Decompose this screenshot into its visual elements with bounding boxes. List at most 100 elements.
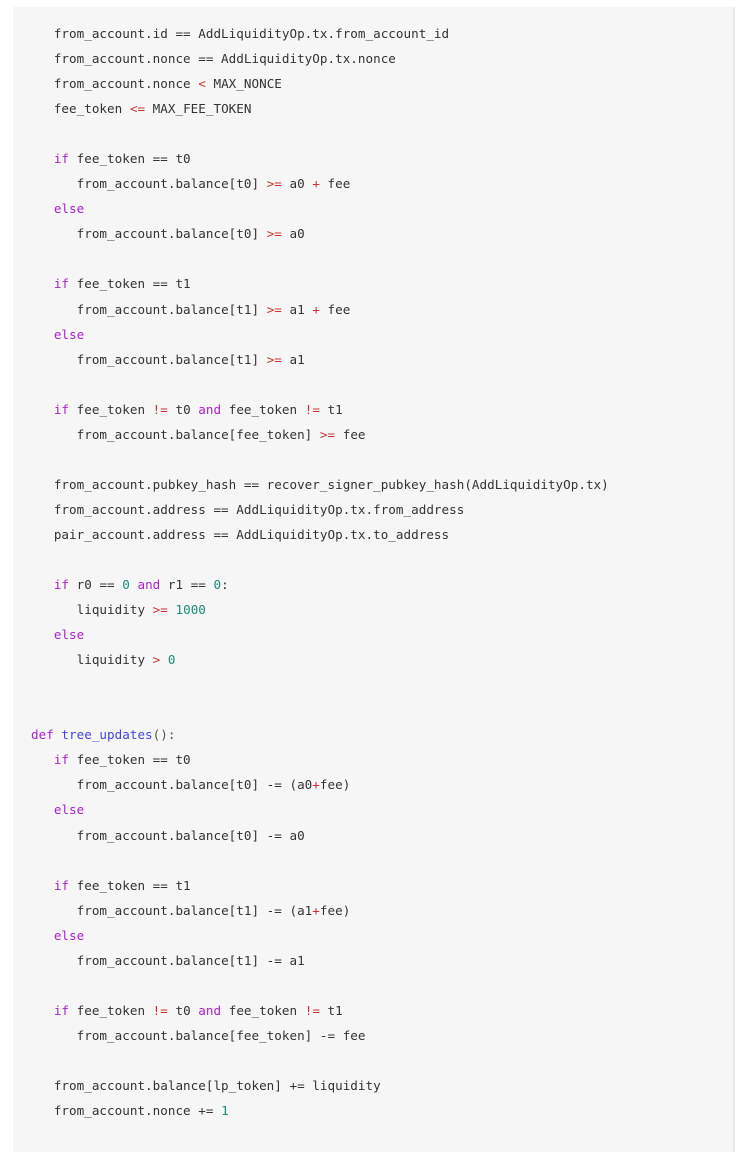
code-line: from_account.balance[t0] -= (a0+fee) [13, 772, 733, 797]
code-token-kw: and [198, 1002, 222, 1018]
code-token-plain: a0 [281, 176, 313, 192]
code-token-plain: fee_token [69, 1002, 153, 1018]
code-token-plain: r1 == [160, 577, 214, 593]
code-line: liquidity >= 1000 [13, 597, 733, 622]
code-line: else [13, 797, 733, 822]
code-block: from_account.id == AddLiquidityOp.tx.fro… [13, 7, 735, 1152]
code-line: from_account.balance[fee_token] -= fee [13, 1023, 733, 1048]
code-line: if fee_token == t1 [13, 873, 733, 898]
code-line: pair_account.address == AddLiquidityOp.t… [13, 522, 733, 547]
code-token-kw: else [53, 802, 85, 818]
code-token-plain: MAX_NONCE [205, 76, 282, 92]
code-token-kw: def [31, 727, 54, 743]
code-token-kw: if [53, 577, 70, 593]
code-token-kw: else [53, 627, 85, 643]
code-token-plain: fee_token [221, 1002, 305, 1018]
code-line: pair_account.balance[t0] += a0 [13, 1148, 733, 1152]
code-token-fn: tree_updates [61, 727, 153, 743]
code-line: from_account.nonce < MAX_NONCE [13, 71, 733, 96]
code-token-op: + [312, 902, 320, 918]
code-token-kw: if [53, 752, 70, 768]
code-token-plain: from_account.balance[lp_token] += liquid… [53, 1077, 381, 1093]
code-token-plain: from_account.balance[t0] [76, 176, 267, 192]
code-token-plain: from_account.balance[t0] -= (a0 [76, 777, 313, 793]
code-token-plain: from_account.address == AddLiquidityOp.t… [53, 501, 465, 517]
code-token-plain: r0 == [69, 577, 123, 593]
code-line: def tree_updates(): [13, 722, 733, 747]
code-line: else [13, 322, 733, 347]
code-token-plain: from_account.balance[t0] [76, 226, 267, 242]
code-token-plain: fee [335, 426, 366, 442]
code-line: from_account.balance[t1] -= a1 [13, 948, 733, 973]
code-token-op: != [152, 1002, 168, 1018]
code-token-op: < [198, 76, 206, 92]
code-token-num: 0 [213, 577, 222, 593]
code-token-op: >= [319, 426, 336, 442]
code-token-plain: t1 [319, 401, 343, 417]
code-token-num: 0 [167, 652, 176, 668]
code-token-plain: from_account.balance[t1] -= (a1 [76, 902, 313, 918]
code-line: from_account.balance[t1] >= a1 + fee [13, 297, 733, 322]
code-token-op: + [312, 176, 320, 192]
code-token-op: >= [266, 176, 282, 192]
code-line: else [13, 196, 733, 221]
code-token-plain: fee) [319, 902, 351, 918]
code-token-plain: from_account.balance[fee_token] [76, 426, 320, 442]
code-line: from_account.balance[lp_token] += liquid… [13, 1073, 733, 1098]
code-line: liquidity > 0 [13, 647, 733, 672]
code-token-plain: t0 [167, 401, 199, 417]
code-line: from_account.balance[t0] >= a0 + fee [13, 171, 733, 196]
code-token-plain: from_account.nonce [53, 76, 199, 92]
code-token-op: >= [152, 602, 168, 618]
code-token-kw: else [53, 927, 85, 943]
code-token-op: != [152, 401, 168, 417]
code-token-plain: t0 [167, 1002, 199, 1018]
code-token-plain: fee [319, 301, 351, 317]
code-token-kw: if [53, 1002, 70, 1018]
code-line-list: from_account.id == AddLiquidityOp.tx.fro… [13, 7, 733, 1152]
code-line: from_account.nonce == AddLiquidityOp.tx.… [13, 46, 733, 71]
code-line: if fee_token != t0 and fee_token != t1 [13, 998, 733, 1023]
code-line: from_account.id == AddLiquidityOp.tx.fro… [13, 21, 733, 46]
code-token-plain: t1 [319, 1002, 343, 1018]
code-line: fee_token <= MAX_FEE_TOKEN [13, 96, 733, 121]
code-line: if r0 == 0 and r1 == 0: [13, 572, 733, 597]
code-token-plain: fee_token == t1 [69, 276, 191, 292]
code-token-plain: fee_token == t1 [69, 877, 191, 893]
code-token-plain: a0 [281, 226, 305, 242]
code-token-op: != [304, 1002, 320, 1018]
code-token-plain: a1 [281, 351, 305, 367]
code-token-plain: from_account.balance[t1] -= a1 [76, 952, 305, 968]
code-token-op: >= [266, 226, 282, 242]
code-line: from_account.pubkey_hash == recover_sign… [13, 472, 733, 497]
code-line: else [13, 923, 733, 948]
code-token-kw: else [53, 326, 85, 342]
code-token-op: + [312, 301, 320, 317]
code-token-kw: and [198, 401, 222, 417]
